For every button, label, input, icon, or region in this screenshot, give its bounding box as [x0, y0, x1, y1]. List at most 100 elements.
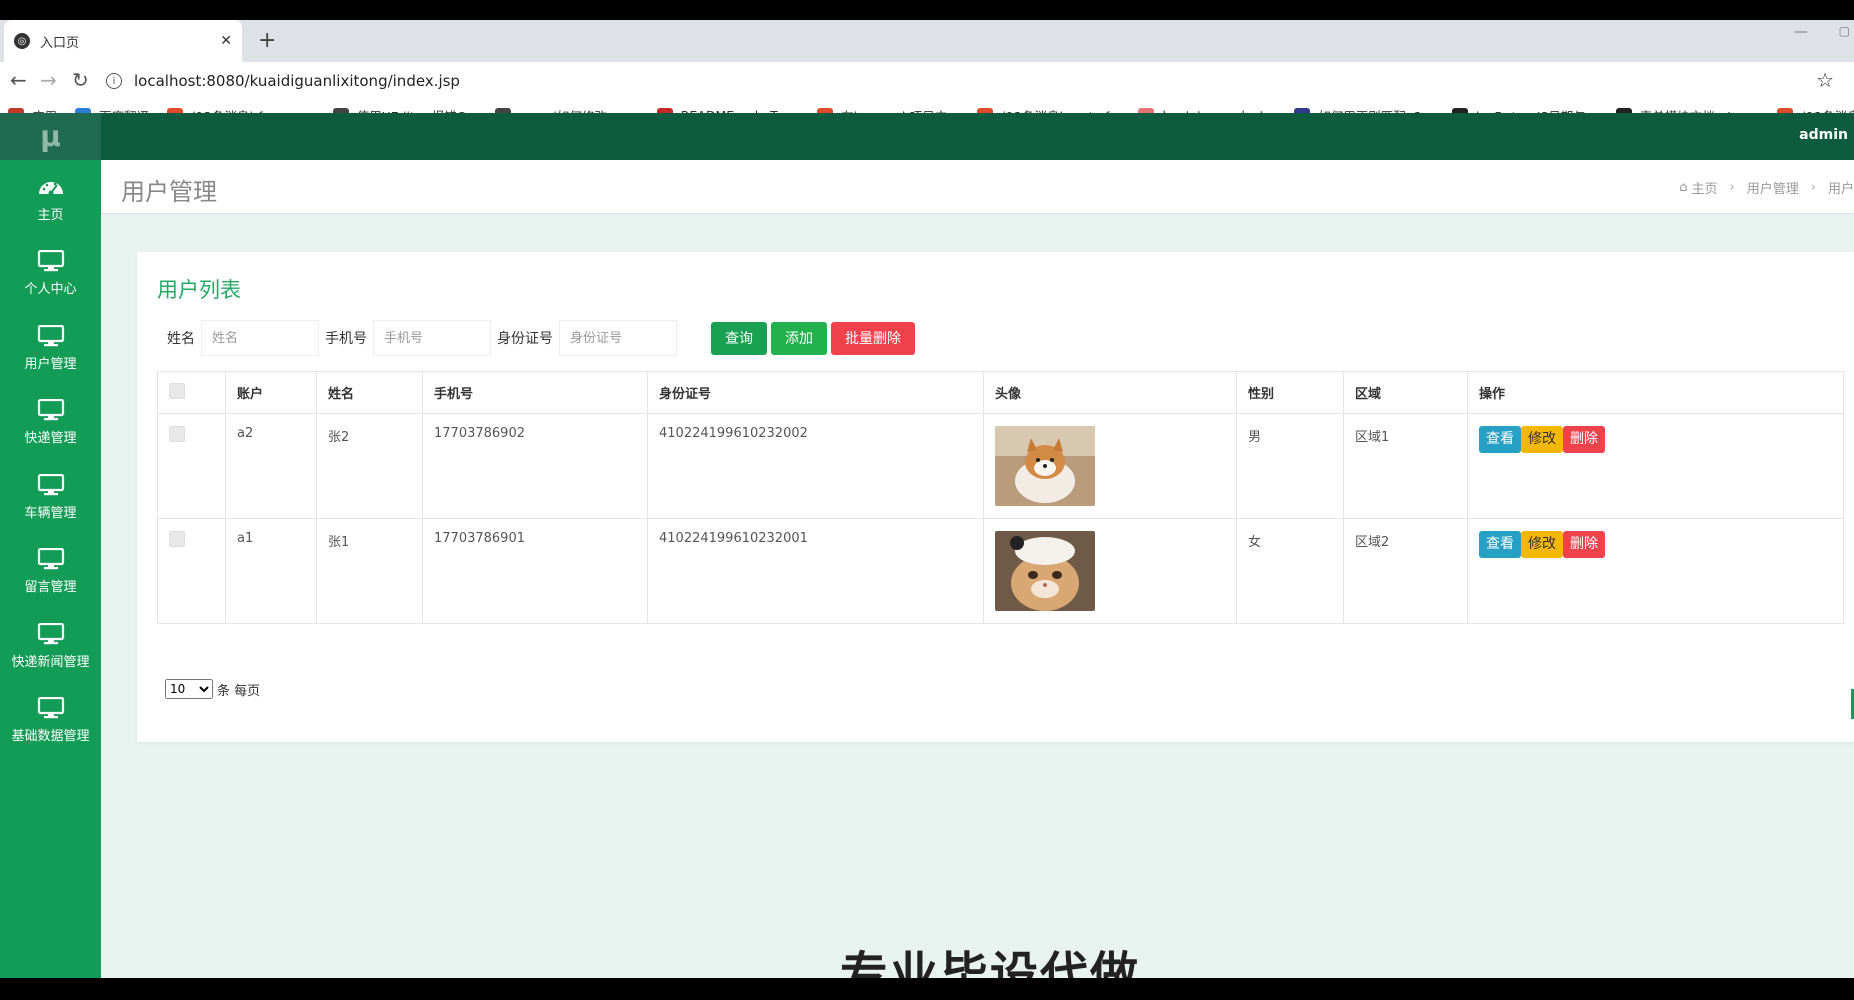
- sidebar-item[interactable]: 快递新闻管理: [0, 609, 101, 683]
- add-button[interactable]: 添加: [771, 321, 827, 355]
- logo: μ: [0, 113, 101, 160]
- browser-toolbar: ← → ↻ i localhost:8080/kuaidiguanlixiton…: [0, 62, 1854, 100]
- phone-label: 手机号: [325, 331, 367, 347]
- idcard-input[interactable]: [559, 320, 677, 356]
- edit-button[interactable]: 修改: [1521, 426, 1563, 453]
- delete-button[interactable]: 删除: [1563, 426, 1605, 453]
- select-all-checkbox[interactable]: [169, 382, 185, 399]
- header-avatar: 头像: [983, 371, 1237, 414]
- user-table: 账户 姓名 手机号 身份证号 头像 性别 区域 操作 a2 张2 1770378…: [157, 371, 1844, 624]
- cell-gender: 女: [1236, 518, 1344, 624]
- cell-account: a1: [225, 518, 317, 624]
- main-content: 用户管理 ⌂ 主页 › 用户管理 › 用户 用户列表 姓名 手机号 身份证: [101, 160, 1854, 978]
- sidebar-item-label: 基础数据管理: [11, 729, 90, 744]
- sidebar-item-label: 留言管理: [24, 580, 77, 595]
- name-label: 姓名: [167, 331, 195, 347]
- sidebar-item[interactable]: 主页: [0, 162, 101, 236]
- star-icon[interactable]: ☆: [1816, 68, 1834, 92]
- header-name: 姓名: [316, 371, 423, 414]
- new-tab-icon[interactable]: +: [258, 28, 276, 53]
- table-header-row: 账户 姓名 手机号 身份证号 头像 性别 区域 操作: [157, 371, 1844, 414]
- reload-icon[interactable]: ↻: [72, 68, 89, 92]
- bottom-bar: [0, 978, 1854, 1000]
- cell-idcard: 410224199610232002: [647, 413, 984, 519]
- view-button[interactable]: 查看: [1479, 531, 1521, 558]
- page-size-select[interactable]: 10: [165, 679, 213, 699]
- monitor-icon: [37, 547, 65, 570]
- sidebar-item[interactable]: 快递管理: [0, 386, 101, 460]
- breadcrumb-item-users[interactable]: 用户管理: [1747, 178, 1799, 197]
- page-header: 用户管理 ⌂ 主页 › 用户管理 › 用户: [101, 160, 1854, 214]
- cell-idcard: 410224199610232001: [647, 518, 984, 624]
- page-title: 用户管理: [121, 178, 217, 206]
- app-topbar: μ admin: [0, 113, 1854, 160]
- sidebar-item[interactable]: 个人中心: [0, 237, 101, 311]
- sidebar: 主页个人中心用户管理 快递管理车辆管理留言管理快递新闻管理基础数据管理: [0, 160, 101, 978]
- monitor-icon: [37, 696, 65, 719]
- row-select-cell: [157, 518, 226, 624]
- monitor-icon: [37, 324, 65, 347]
- sidebar-item[interactable]: 车辆管理: [0, 460, 101, 534]
- delete-button[interactable]: 删除: [1563, 531, 1605, 558]
- cell-avatar: [983, 518, 1237, 624]
- table-row: a2 张2 17703786902 410224199610232002 男 区…: [157, 413, 1844, 519]
- chevron-right-icon: ›: [1810, 180, 1816, 195]
- forward-arrow-icon[interactable]: →: [40, 68, 57, 92]
- monitor-icon: [37, 398, 65, 421]
- sidebar-item-label: 主页: [37, 207, 64, 223]
- minimize-icon[interactable]: —: [1794, 24, 1808, 40]
- cell-name: 张2: [316, 413, 423, 519]
- page-size-suffix: 条 每页: [217, 683, 261, 699]
- row-checkbox[interactable]: [169, 531, 185, 547]
- browser-tab[interactable]: ◎ 入口页 ✕: [4, 20, 242, 62]
- back-arrow-icon[interactable]: ←: [10, 68, 27, 92]
- home-icon: ⌂: [1679, 180, 1688, 195]
- address-bar[interactable]: i localhost:8080/kuaidiguanlixitong/inde…: [106, 66, 1806, 96]
- header-area: 区域: [1343, 371, 1468, 414]
- cell-actions: 查看 修改 删除: [1467, 518, 1844, 624]
- info-icon[interactable]: i: [106, 73, 122, 89]
- table-row: a1 张1 17703786901 410224199610232001 女 区…: [157, 518, 1844, 624]
- header-select-all: [157, 371, 226, 414]
- card-title: 用户列表: [157, 278, 241, 302]
- url-text: localhost:8080/kuaidiguanlixitong/index.…: [134, 72, 460, 90]
- user-name[interactable]: admin: [1799, 127, 1848, 143]
- name-input[interactable]: [201, 320, 319, 356]
- cell-area: 区域2: [1343, 518, 1468, 624]
- search-form: 姓名 手机号 身份证号 查询 添加 批量删除: [167, 320, 919, 356]
- sidebar-item[interactable]: 基础数据管理: [0, 684, 101, 758]
- sidebar-item[interactable]: 用户管理: [0, 311, 101, 385]
- maximize-icon[interactable]: ▢: [1839, 24, 1850, 38]
- row-checkbox[interactable]: [169, 426, 185, 442]
- breadcrumb: ⌂ 主页 › 用户管理 › 用户: [1679, 178, 1854, 197]
- breadcrumb-item-home[interactable]: 主页: [1692, 178, 1718, 197]
- batch-delete-button[interactable]: 批量删除: [831, 321, 915, 355]
- cell-area: 区域1: [1343, 413, 1468, 519]
- sidebar-item-label: 个人中心: [24, 282, 77, 297]
- header-gender: 性别: [1236, 371, 1344, 414]
- sidebar-item-label: 车辆管理: [24, 505, 77, 521]
- query-button[interactable]: 查询: [711, 321, 767, 355]
- dashboard-icon: [37, 176, 65, 198]
- chevron-right-icon: ›: [1729, 180, 1735, 195]
- phone-input[interactable]: [373, 320, 491, 356]
- cell-actions: 查看 修改 删除: [1467, 413, 1844, 519]
- close-icon[interactable]: ✕: [220, 33, 232, 49]
- sidebar-item[interactable]: 留言管理: [0, 535, 101, 609]
- cell-name: 张1: [316, 518, 423, 624]
- monitor-icon: [37, 249, 65, 272]
- header-actions: 操作: [1467, 371, 1844, 414]
- dog-photo: [995, 426, 1095, 506]
- view-button[interactable]: 查看: [1479, 426, 1521, 453]
- breadcrumb-item-current: 用户: [1827, 182, 1854, 197]
- cat-photo: [995, 531, 1095, 611]
- row-select-cell: [157, 413, 226, 519]
- edit-button[interactable]: 修改: [1521, 531, 1563, 558]
- tab-title: 入口页: [40, 35, 80, 51]
- globe-icon: ◎: [14, 33, 30, 49]
- monitor-icon: [37, 622, 65, 645]
- app-root: μ admin 主页 个人中心 用户管理 快递管理 车辆管理 留言管理 快递新闻管理 基础数据…: [0, 113, 1854, 978]
- cell-gender: 男: [1236, 413, 1344, 519]
- cell-avatar: [983, 413, 1237, 519]
- header-account: 账户: [225, 371, 317, 414]
